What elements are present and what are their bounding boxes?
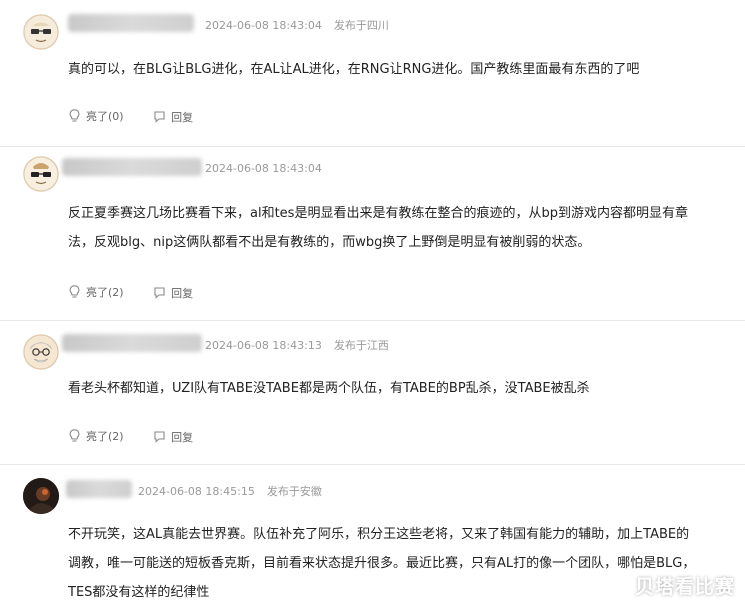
dark-photo-avatar-icon <box>23 478 59 514</box>
comment-meta: 2024-06-08 18:45:15 发布于安徽 <box>138 483 334 499</box>
commenter-name-blurred[interactable] <box>68 14 194 32</box>
comment-location: 发布于安徽 <box>266 485 322 498</box>
watermark-logo-icon <box>576 575 594 593</box>
comment-body: 反正夏季赛这几场比赛看下来，al和tes是明显看出来是有教练在整合的痕迹的，从b… <box>68 199 688 257</box>
comment-meta: 2024-06-08 18:43:04 发布于四川 <box>205 17 401 33</box>
comment-meta: 2024-06-08 18:43:04 <box>205 162 346 175</box>
old-man-face-avatar-icon <box>23 334 59 370</box>
reply-icon <box>154 431 165 443</box>
reply-icon <box>154 287 165 299</box>
comment-body: 不开玩笑，这AL真能去世界赛。队伍补充了阿乐，积分王这些老将，又来了韩国有能力的… <box>68 520 695 607</box>
like-button[interactable]: 亮了(2) <box>68 284 124 300</box>
comment-timestamp: 2024-06-08 18:43:04 <box>205 19 322 32</box>
comment-actions: 亮了(2) 回复 <box>68 428 219 446</box>
reply-button[interactable]: 回复 <box>153 285 193 301</box>
reply-label: 回复 <box>171 286 194 300</box>
comment-text-line: 不开玩笑，这AL真能去世界赛。队伍补充了阿乐，积分王这些老将，又来了韩国有能力的… <box>68 527 690 542</box>
comment-body: 看老头杯都知道，UZI队有TABE没TABE都是两个队伍，有TABE的BP乱杀，… <box>68 374 590 403</box>
commenter-avatar[interactable] <box>23 334 59 370</box>
commenter-avatar[interactable] <box>23 156 59 192</box>
comment-text-line: 看老头杯都知道，UZI队有TABE没TABE都是两个队伍，有TABE的BP乱杀，… <box>68 381 590 396</box>
commenter-avatar[interactable] <box>23 478 59 514</box>
lightbulb-icon <box>69 429 80 442</box>
watermark-text: 贝塔看比赛 <box>634 576 735 598</box>
reply-button[interactable]: 回复 <box>153 109 193 125</box>
comment-location: 发布于四川 <box>333 19 389 32</box>
comment-text-line: 调教，唯一可能送的短板香克斯，目前看来状态提升很多。最近比赛，只有AL打的像一个… <box>68 556 696 571</box>
reply-icon <box>154 111 165 123</box>
reply-label: 回复 <box>171 430 194 444</box>
comment-divider <box>0 146 745 147</box>
comment-location: 发布于江西 <box>333 339 389 352</box>
commenter-name-blurred[interactable] <box>62 334 202 352</box>
like-label: 亮了(2) <box>86 286 124 299</box>
lightbulb-icon <box>69 285 80 298</box>
comment-text-line: 反正夏季赛这几场比赛看下来，al和tes是明显看出来是有教练在整合的痕迹的，从b… <box>68 206 688 221</box>
comment-text-line: 真的可以，在BLG让BLG进化，在AL让AL进化，在RNG让RNG进化。国产教练… <box>68 62 640 77</box>
like-label: 亮了(2) <box>86 430 124 443</box>
reply-label: 回复 <box>171 110 194 124</box>
lightbulb-icon <box>69 109 80 122</box>
commenter-name-blurred[interactable] <box>62 158 202 176</box>
comment-meta: 2024-06-08 18:43:13 发布于江西 <box>205 337 401 353</box>
commenter-avatar[interactable] <box>23 14 59 50</box>
comment-timestamp: 2024-06-08 18:45:15 <box>138 485 255 498</box>
comment-divider <box>0 320 745 321</box>
comment-body: 真的可以，在BLG让BLG进化，在AL让AL进化，在RNG让RNG进化。国产教练… <box>68 55 639 84</box>
like-label: 亮了(0) <box>86 110 124 123</box>
sunglasses-face-avatar-icon <box>23 156 59 192</box>
comment-timestamp: 2024-06-08 18:43:04 <box>205 162 322 175</box>
reply-button[interactable]: 回复 <box>153 429 193 445</box>
commenter-name-blurred[interactable] <box>66 480 132 498</box>
comment-actions: 亮了(0) 回复 <box>68 108 219 126</box>
comment-actions: 亮了(2) 回复 <box>68 284 219 302</box>
comment-text-line: 法，反观blg、nip这俩队都看不出是有教练的，而wbg换了上野倒是明显有被削弱… <box>68 235 591 250</box>
comment-divider <box>0 464 745 465</box>
like-button[interactable]: 亮了(0) <box>68 108 124 124</box>
glasses-face-avatar-icon <box>23 14 59 50</box>
like-button[interactable]: 亮了(2) <box>68 428 124 444</box>
comment-text-line: TES都没有这样的纪律性 <box>68 585 210 600</box>
comment-timestamp: 2024-06-08 18:43:13 <box>205 339 322 352</box>
